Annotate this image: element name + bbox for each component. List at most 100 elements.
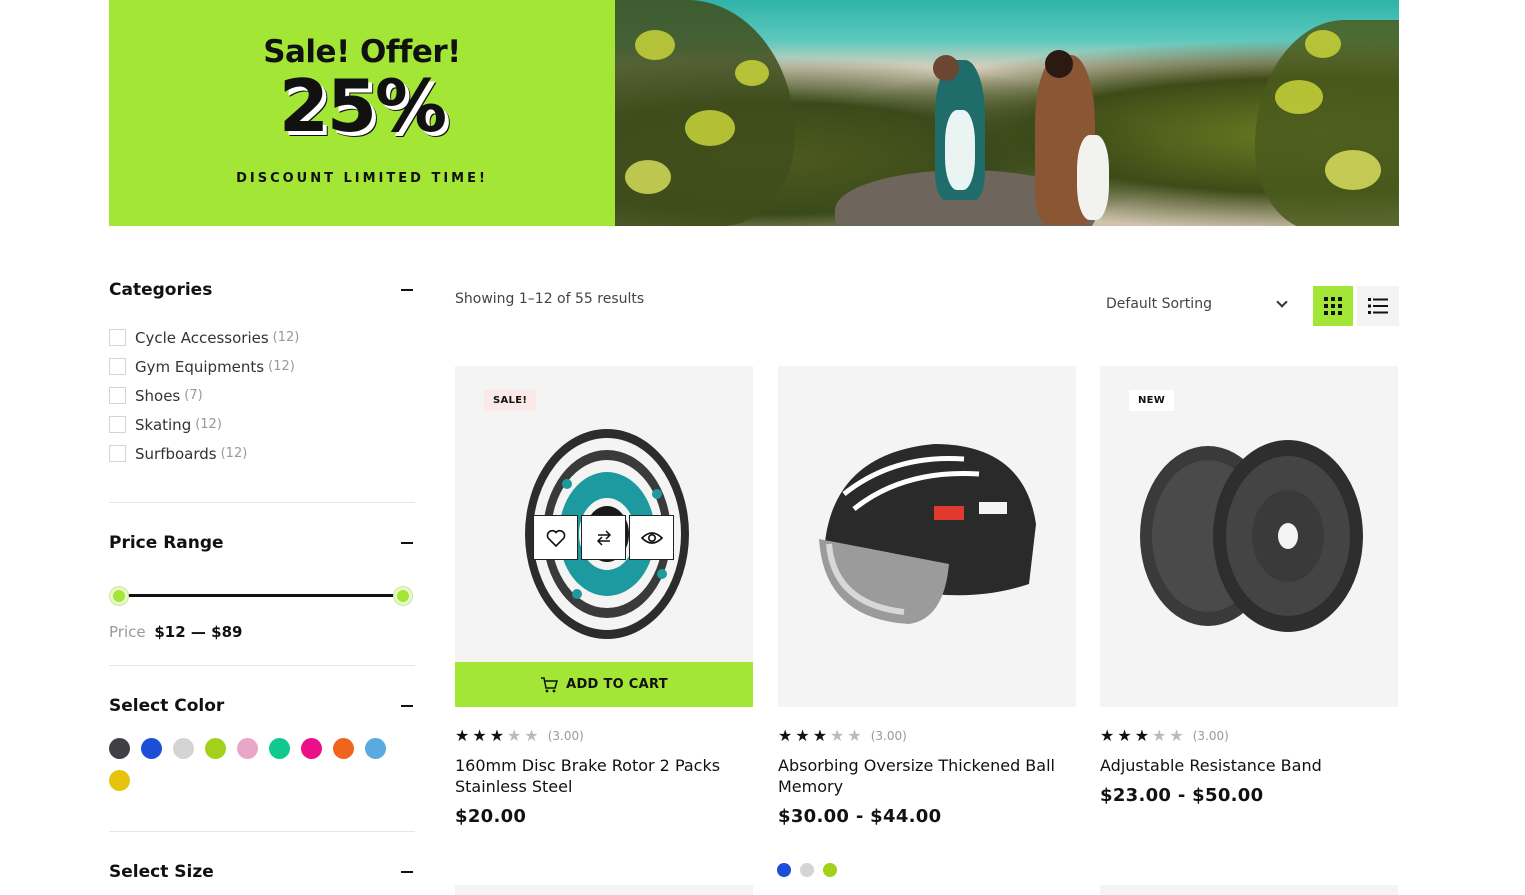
color-swatch[interactable]: [109, 770, 130, 791]
product-card[interactable]: NEW ★ ★ ★ ★ ★ (3.00) Adjustable Resistan…: [1100, 366, 1398, 806]
product-card-next-row[interactable]: [455, 885, 753, 895]
product-price: $20.00: [455, 806, 527, 827]
product-image-area[interactable]: SALE! ADD TO CART: [455, 366, 753, 707]
rating-value: (3.00): [1192, 729, 1229, 743]
color-swatch[interactable]: [301, 738, 322, 759]
compare-arrows-icon: [596, 529, 611, 546]
product-color-dot[interactable]: [777, 863, 791, 877]
price-slider-track: [119, 594, 405, 597]
chevron-down-icon: [1276, 296, 1288, 308]
category-label: Surfboards: [135, 444, 217, 463]
price-slider-max-handle[interactable]: [394, 587, 412, 605]
star-filled-icon: ★: [1100, 726, 1115, 745]
star-filled-icon: ★: [795, 726, 810, 745]
category-label: Shoes: [135, 386, 181, 405]
rating-value: (3.00): [870, 729, 907, 743]
category-label: Skating: [135, 415, 192, 434]
star-empty-icon: ★: [524, 726, 539, 745]
star-filled-icon: ★: [455, 726, 470, 745]
star-rating: ★ ★ ★ ★ ★ (3.00): [778, 727, 1076, 745]
star-rating: ★ ★ ★ ★ ★ (3.00): [1100, 727, 1398, 745]
product-color-dot[interactable]: [823, 863, 837, 877]
categories-header[interactable]: Categories: [109, 280, 415, 300]
list-view-button[interactable]: [1357, 286, 1399, 326]
collapse-minus-icon[interactable]: [401, 289, 413, 291]
category-checkbox[interactable]: [109, 387, 126, 404]
category-item-cycle-accessories[interactable]: Cycle Accessories (12): [109, 323, 415, 352]
star-filled-icon: ★: [1134, 726, 1150, 745]
star-empty-icon: ★: [830, 726, 845, 745]
price-range-slider[interactable]: [109, 587, 415, 605]
category-label: Cycle Accessories: [135, 328, 269, 347]
product-title[interactable]: Adjustable Resistance Band: [1100, 755, 1398, 776]
select-color-header[interactable]: Select Color: [109, 696, 415, 716]
category-checkbox[interactable]: [109, 358, 126, 375]
star-filled-icon: ★: [812, 726, 828, 745]
color-swatch[interactable]: [173, 738, 194, 759]
product-color-options: [777, 863, 837, 877]
wishlist-button[interactable]: [533, 515, 578, 560]
color-swatch[interactable]: [205, 738, 226, 759]
category-count: (12): [220, 446, 248, 461]
grid-icon: [1324, 297, 1342, 315]
price-label: Price: [109, 623, 146, 641]
heart-icon: [546, 529, 565, 547]
category-count: (12): [195, 417, 222, 432]
result-count: Showing 1–12 of 55 results: [455, 291, 645, 307]
star-rating: ★ ★ ★ ★ ★ (3.00): [455, 727, 753, 745]
compare-button[interactable]: [581, 515, 626, 560]
barbell-plates-icon: [1140, 440, 1363, 632]
grid-view-button[interactable]: [1313, 286, 1353, 326]
category-count: (12): [272, 330, 300, 345]
product-title[interactable]: Absorbing Oversize Thickened Ball Memory: [778, 755, 1076, 797]
select-size-header[interactable]: Select Size: [109, 862, 415, 882]
category-item-gym-equipments[interactable]: Gym Equipments (12): [109, 352, 415, 381]
promo-banner[interactable]: Sale! Offer! 25% DISCOUNT LIMITED TIME!: [109, 0, 1399, 226]
product-card[interactable]: SALE! ADD TO CART ★ ★ ★ ★ ★ (3.00) 160mm…: [455, 366, 753, 827]
price-range-title: Price Range: [109, 533, 224, 553]
quick-view-button[interactable]: [629, 515, 674, 560]
add-to-cart-label: ADD TO CART: [566, 677, 668, 692]
product-image-area[interactable]: [778, 366, 1076, 707]
add-to-cart-button[interactable]: ADD TO CART: [455, 662, 753, 707]
category-checkbox[interactable]: [109, 329, 126, 346]
new-badge: NEW: [1129, 390, 1175, 411]
product-color-dot[interactable]: [800, 863, 814, 877]
collapse-minus-icon[interactable]: [401, 871, 413, 873]
color-swatch[interactable]: [109, 738, 130, 759]
product-image-area[interactable]: NEW: [1100, 366, 1398, 707]
collapse-minus-icon[interactable]: [401, 705, 413, 707]
promo-banner-text-panel: Sale! Offer! 25% DISCOUNT LIMITED TIME!: [109, 0, 615, 226]
product-price: $30.00 - $44.00: [778, 806, 942, 827]
sort-dropdown[interactable]: Default Sorting: [1106, 296, 1290, 312]
price-slider-min-handle[interactable]: [110, 587, 128, 605]
category-item-surfboards[interactable]: Surfboards (12): [109, 439, 415, 468]
color-swatch[interactable]: [269, 738, 290, 759]
star-filled-icon: ★: [472, 726, 487, 745]
collapse-minus-icon[interactable]: [401, 542, 413, 544]
price-range-header[interactable]: Price Range: [109, 533, 415, 553]
quick-actions: [533, 515, 677, 560]
product-card[interactable]: ★ ★ ★ ★ ★ (3.00) Absorbing Oversize Thic…: [778, 366, 1076, 827]
star-empty-icon: ★: [847, 726, 862, 745]
category-item-skating[interactable]: Skating (12): [109, 410, 415, 439]
sale-badge: SALE!: [484, 390, 537, 411]
product-title[interactable]: 160mm Disc Brake Rotor 2 Packs Stainless…: [455, 755, 753, 797]
category-count: (12): [268, 359, 295, 374]
star-empty-icon: ★: [507, 726, 522, 745]
select-color-title: Select Color: [109, 696, 225, 716]
category-checkbox[interactable]: [109, 445, 126, 462]
category-list: Cycle Accessories (12) Gym Equipments (1…: [109, 323, 415, 468]
color-swatch[interactable]: [237, 738, 258, 759]
category-count: (7): [184, 388, 203, 403]
product-price: $23.00 - $50.00: [1100, 785, 1264, 806]
color-swatch[interactable]: [333, 738, 354, 759]
color-swatch[interactable]: [141, 738, 162, 759]
star-filled-icon: ★: [489, 726, 505, 745]
product-card-next-row[interactable]: [1100, 885, 1398, 895]
category-item-shoes[interactable]: Shoes (7): [109, 381, 415, 410]
star-filled-icon: ★: [778, 726, 793, 745]
color-swatch[interactable]: [365, 738, 386, 759]
category-checkbox[interactable]: [109, 416, 126, 433]
sidebar-divider: [109, 831, 415, 832]
